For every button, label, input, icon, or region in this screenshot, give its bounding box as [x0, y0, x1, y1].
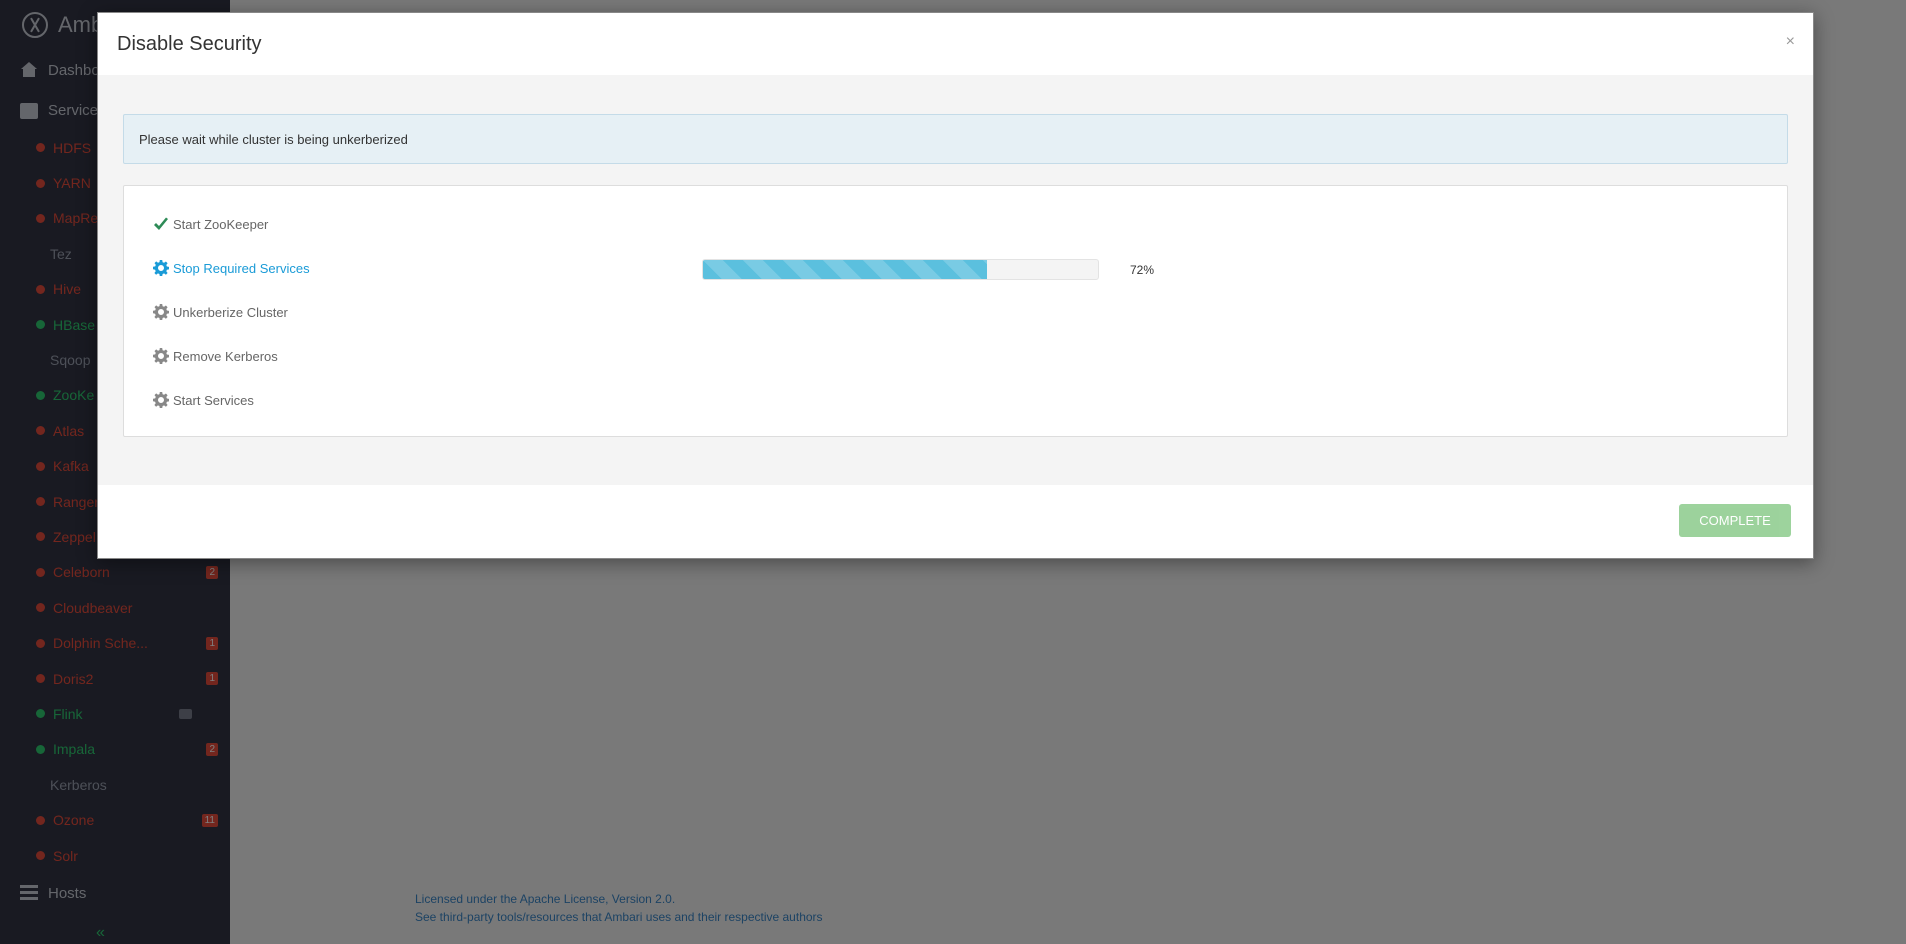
step-progress: 72%: [702, 259, 1154, 280]
info-alert: Please wait while cluster is being unker…: [123, 114, 1788, 164]
complete-button[interactable]: COMPLETE: [1679, 504, 1791, 537]
disable-security-dialog: Disable Security × Please wait while clu…: [97, 12, 1814, 559]
alert-text: Please wait while cluster is being unker…: [139, 131, 408, 147]
modal-header: Disable Security ×: [98, 13, 1813, 75]
checkmark-icon: [154, 217, 168, 230]
step-unkerberize-cluster: Unkerberize Cluster: [153, 304, 288, 320]
step-stop-required-services[interactable]: Stop Required Services: [153, 260, 310, 276]
gear-icon: [153, 304, 169, 320]
gear-icon: [153, 392, 169, 408]
step-start-services: Start Services: [153, 392, 254, 408]
modal-body: Please wait while cluster is being unker…: [98, 75, 1813, 499]
step-remove-kerberos: Remove Kerberos: [153, 348, 278, 364]
step-label: Unkerberize Cluster: [173, 304, 288, 320]
modal-footer: COMPLETE: [98, 485, 1813, 558]
step-label: Stop Required Services: [173, 260, 310, 276]
gear-icon: [153, 348, 169, 364]
modal-title: Disable Security: [117, 32, 262, 55]
step-start-zookeeper: Start ZooKeeper: [153, 216, 268, 232]
step-label: Start ZooKeeper: [173, 216, 269, 232]
progress-track: [702, 259, 1099, 280]
step-label: Start Services: [173, 392, 254, 408]
step-label: Remove Kerberos: [173, 348, 278, 364]
gear-icon: [153, 260, 169, 276]
progress-percent: 72%: [1130, 262, 1155, 277]
progress-bar: [703, 260, 988, 279]
steps-panel: Start ZooKeeper Stop Required Services U…: [123, 185, 1788, 437]
close-icon[interactable]: ×: [1786, 33, 1795, 51]
